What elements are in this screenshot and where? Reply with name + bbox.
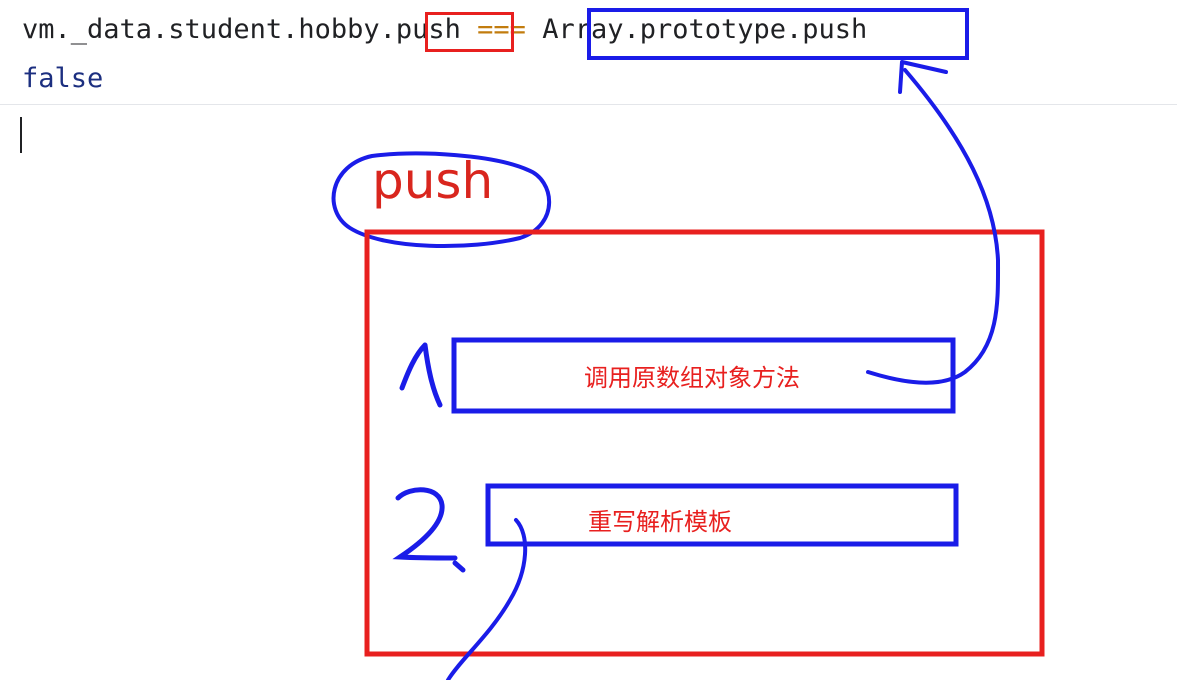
push-label: push (372, 152, 494, 210)
arrow-to-array-prototype (866, 68, 1001, 385)
arrow-head (898, 60, 948, 94)
process-frame (364, 229, 1045, 657)
step1-number (399, 342, 443, 408)
step2-number (392, 487, 466, 573)
annotation-layer (331, 60, 1045, 680)
step1-text: 调用原数组对象方法 (584, 364, 800, 392)
step2-text: 重写解析模板 (588, 508, 732, 536)
